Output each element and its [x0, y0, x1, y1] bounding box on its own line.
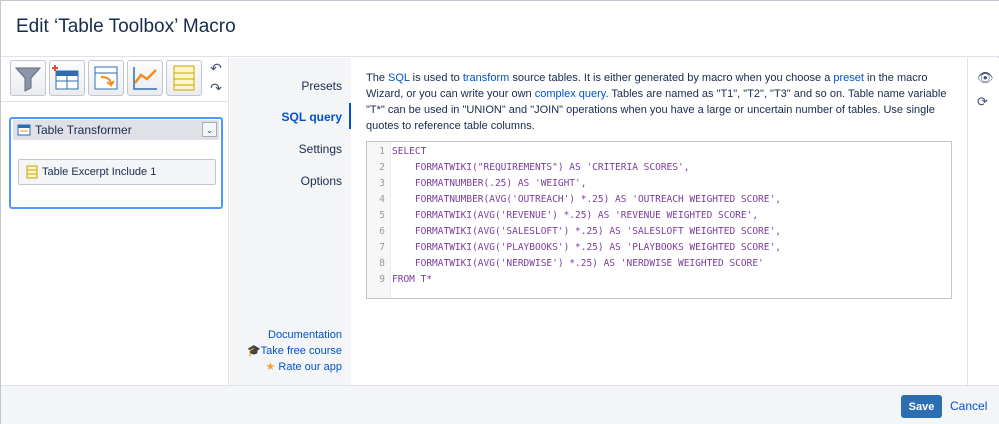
take-course-link[interactable]: 🎓Take free course: [247, 343, 342, 359]
graduation-cap-icon: 🎓: [246, 345, 261, 357]
nav-settings[interactable]: Settings: [299, 142, 342, 156]
redo-icon[interactable]: ↷: [207, 80, 225, 96]
code-line: 1 SELECT: [379, 146, 427, 157]
code-line: 8 FORMATWIKI(AVG('NERDWISE') *.25) AS 'N…: [379, 258, 764, 269]
table-transformer-macro[interactable]: Table Transformer ⌄: [13, 120, 219, 140]
dialog-header: Edit ‘Table Toolbox’ Macro: [1, 1, 999, 57]
rate-app-link[interactable]: ★ Rate our app: [247, 359, 342, 375]
side-toolbar: 👁 ⟳: [967, 58, 999, 385]
macro-tree-panel: ↶ ↷ Table Transformer ⌄ Table Excerpt In…: [1, 58, 229, 385]
undo-redo-group: ↶ ↷: [207, 60, 225, 96]
table-excerpt-include-macro[interactable]: Table Excerpt Include 1: [18, 159, 216, 185]
nav-presets[interactable]: Presets: [301, 79, 342, 93]
dialog-title: Edit ‘Table Toolbox’ Macro: [16, 16, 236, 37]
sql-description: The SQL is used to transform source tabl…: [366, 70, 956, 134]
undo-icon[interactable]: ↶: [207, 60, 225, 76]
code-line: 7 FORMATWIKI(AVG('PLAYBOOKS') *.25) AS '…: [379, 242, 781, 253]
add-table-tool-icon: [52, 65, 79, 90]
help-links: Documentation 🎓Take free course ★ Rate o…: [247, 327, 342, 375]
code-line: 4 FORMATNUMBER(AVG('OUTREACH') *.25) AS …: [379, 194, 781, 205]
nav-sql-query[interactable]: SQL query: [282, 110, 342, 124]
macro-tree: Table Transformer ⌄ Table Excerpt Includ…: [9, 117, 223, 209]
chart-tool-icon: [133, 67, 157, 90]
sql-link[interactable]: SQL: [388, 72, 410, 84]
documentation-link[interactable]: Documentation: [247, 327, 342, 343]
code-line: 2 FORMATWIKI("REQUIREMENTS") AS 'CRITERI…: [379, 162, 690, 173]
rate-app-label: Rate our app: [278, 361, 342, 373]
nav-options[interactable]: Options: [301, 174, 342, 188]
transform-tool-button[interactable]: [88, 60, 124, 96]
macro-toolbar: [10, 60, 202, 98]
table-transformer-icon: [17, 124, 31, 136]
dialog-footer: Save Cancel: [1, 385, 999, 424]
preview-icon[interactable]: 👁: [977, 70, 994, 86]
code-line: 9 FROM T*: [379, 274, 433, 285]
desc-text-2: is used to: [409, 72, 463, 84]
macro-editor-dialog: Edit ‘Table Toolbox’ Macro ↶ ↷ Table Tra…: [0, 0, 999, 424]
code-line: 3 FORMATNUMBER(.25) AS 'WEIGHT',: [379, 178, 587, 189]
transform-link[interactable]: transform: [463, 72, 509, 84]
save-button[interactable]: Save: [901, 395, 942, 418]
table-excerpt-icon: [26, 165, 38, 179]
desc-text-3: source tables. It is either generated by…: [509, 72, 834, 84]
complex-query-link[interactable]: complex query: [535, 88, 606, 100]
nav-active-indicator: [349, 103, 351, 129]
cancel-button[interactable]: Cancel: [950, 399, 987, 413]
chevron-down-icon[interactable]: ⌄: [202, 122, 217, 137]
table-excerpt-label: Table Excerpt Include 1: [42, 166, 157, 178]
add-table-tool-button[interactable]: [49, 60, 85, 96]
refresh-icon[interactable]: ⟳: [977, 94, 988, 110]
star-icon: ★: [265, 361, 276, 373]
sql-editor[interactable]: 1 SELECT 2 FORMATWIKI("REQUIREMENTS") AS …: [366, 141, 952, 299]
settings-nav: Presets SQL query Settings Options Docum…: [230, 58, 351, 385]
desc-text-1: The: [366, 72, 389, 84]
chart-tool-button[interactable]: [127, 60, 163, 96]
transform-tool-icon: [94, 66, 118, 90]
code-line: 5 FORMATWIKI(AVG('REVENUE') *.25) AS 'RE…: [379, 210, 759, 221]
code-line: 6 FORMATWIKI(AVG('SALESLOFT') *.25) AS '…: [379, 226, 781, 237]
excerpt-tool-button[interactable]: [166, 60, 202, 96]
take-course-label: Take free course: [260, 345, 342, 357]
filter-tool-button[interactable]: [10, 60, 46, 96]
preset-link[interactable]: preset: [833, 72, 864, 84]
sql-query-panel: The SQL is used to transform source tabl…: [352, 58, 966, 385]
filter-tool-icon: [14, 67, 42, 92]
excerpt-tool-icon: [173, 65, 195, 91]
toolbar-divider: [1, 101, 229, 102]
table-transformer-label: Table Transformer: [35, 123, 132, 137]
